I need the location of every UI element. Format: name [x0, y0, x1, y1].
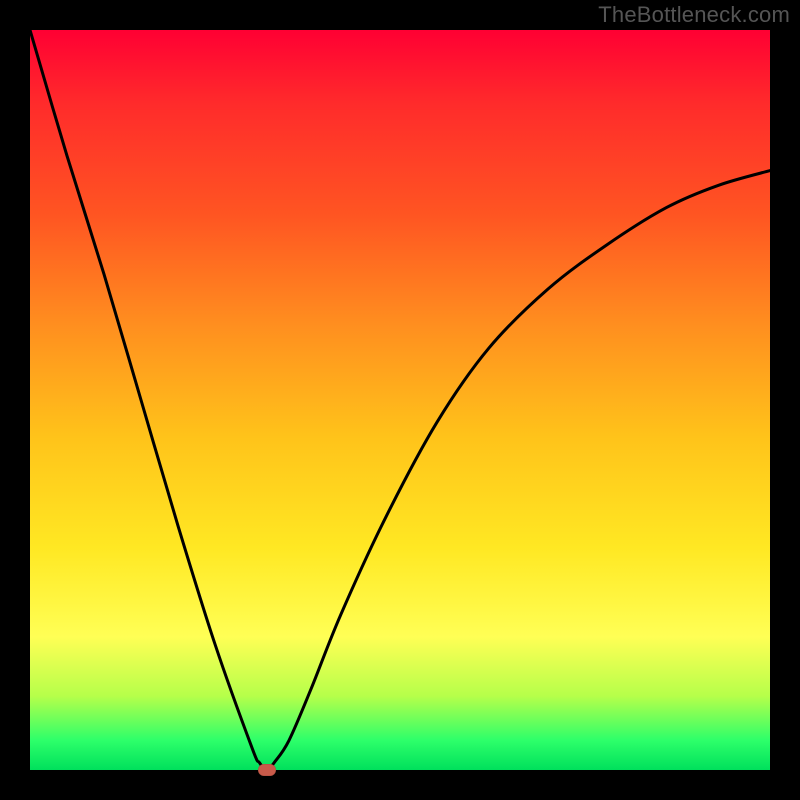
- optimum-marker: [258, 764, 276, 776]
- plot-area: [30, 30, 770, 770]
- chart-frame: TheBottleneck.com: [0, 0, 800, 800]
- bottleneck-curve: [30, 30, 770, 770]
- curve-svg: [30, 30, 770, 770]
- watermark-text: TheBottleneck.com: [598, 2, 790, 28]
